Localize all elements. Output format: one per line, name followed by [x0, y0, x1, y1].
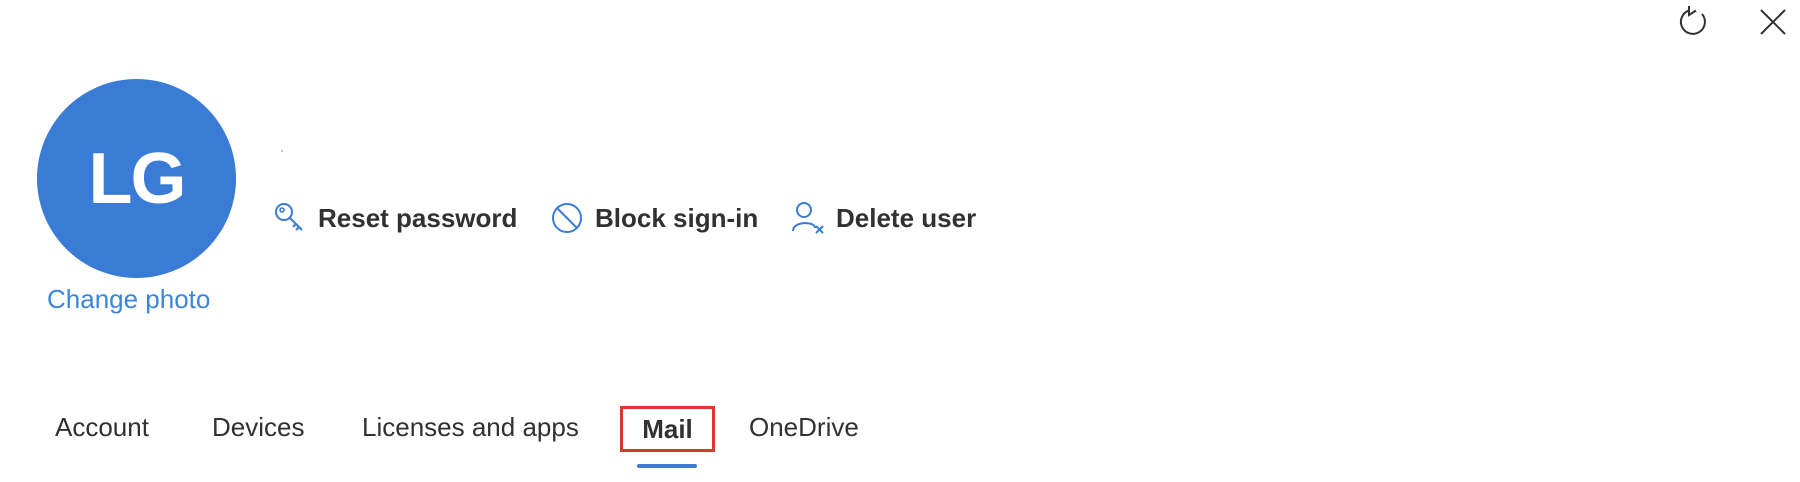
user-details-panel: LG Change photo Reset password Block sig… [0, 0, 1800, 482]
avatar-initials: LG [88, 138, 187, 219]
reset-password-button[interactable]: Reset password [272, 196, 517, 240]
tab-account[interactable]: Account [55, 400, 149, 454]
delete-user-label: Delete user [836, 202, 977, 233]
delete-user-icon [790, 200, 826, 236]
change-photo-link[interactable]: Change photo [47, 284, 210, 315]
tab-devices[interactable]: Devices [212, 400, 304, 454]
reset-password-label: Reset password [318, 202, 518, 233]
avatar: LG [37, 79, 236, 278]
refresh-button[interactable] [1671, 0, 1715, 44]
key-icon [272, 200, 308, 236]
block-sign-in-button[interactable]: Block sign-in [549, 196, 758, 240]
delete-user-button[interactable]: Delete user [790, 196, 976, 240]
tab-onedrive[interactable]: OneDrive [749, 400, 859, 454]
tab-licenses-and-apps[interactable]: Licenses and apps [362, 400, 579, 454]
block-icon [549, 200, 585, 236]
refresh-icon [1676, 5, 1710, 39]
close-button[interactable] [1751, 0, 1795, 44]
selected-tab-indicator [637, 464, 697, 468]
block-sign-in-label: Block sign-in [595, 202, 759, 233]
divider-dot [281, 150, 283, 152]
close-icon [1758, 7, 1788, 37]
tab-mail[interactable]: Mail [620, 406, 715, 452]
